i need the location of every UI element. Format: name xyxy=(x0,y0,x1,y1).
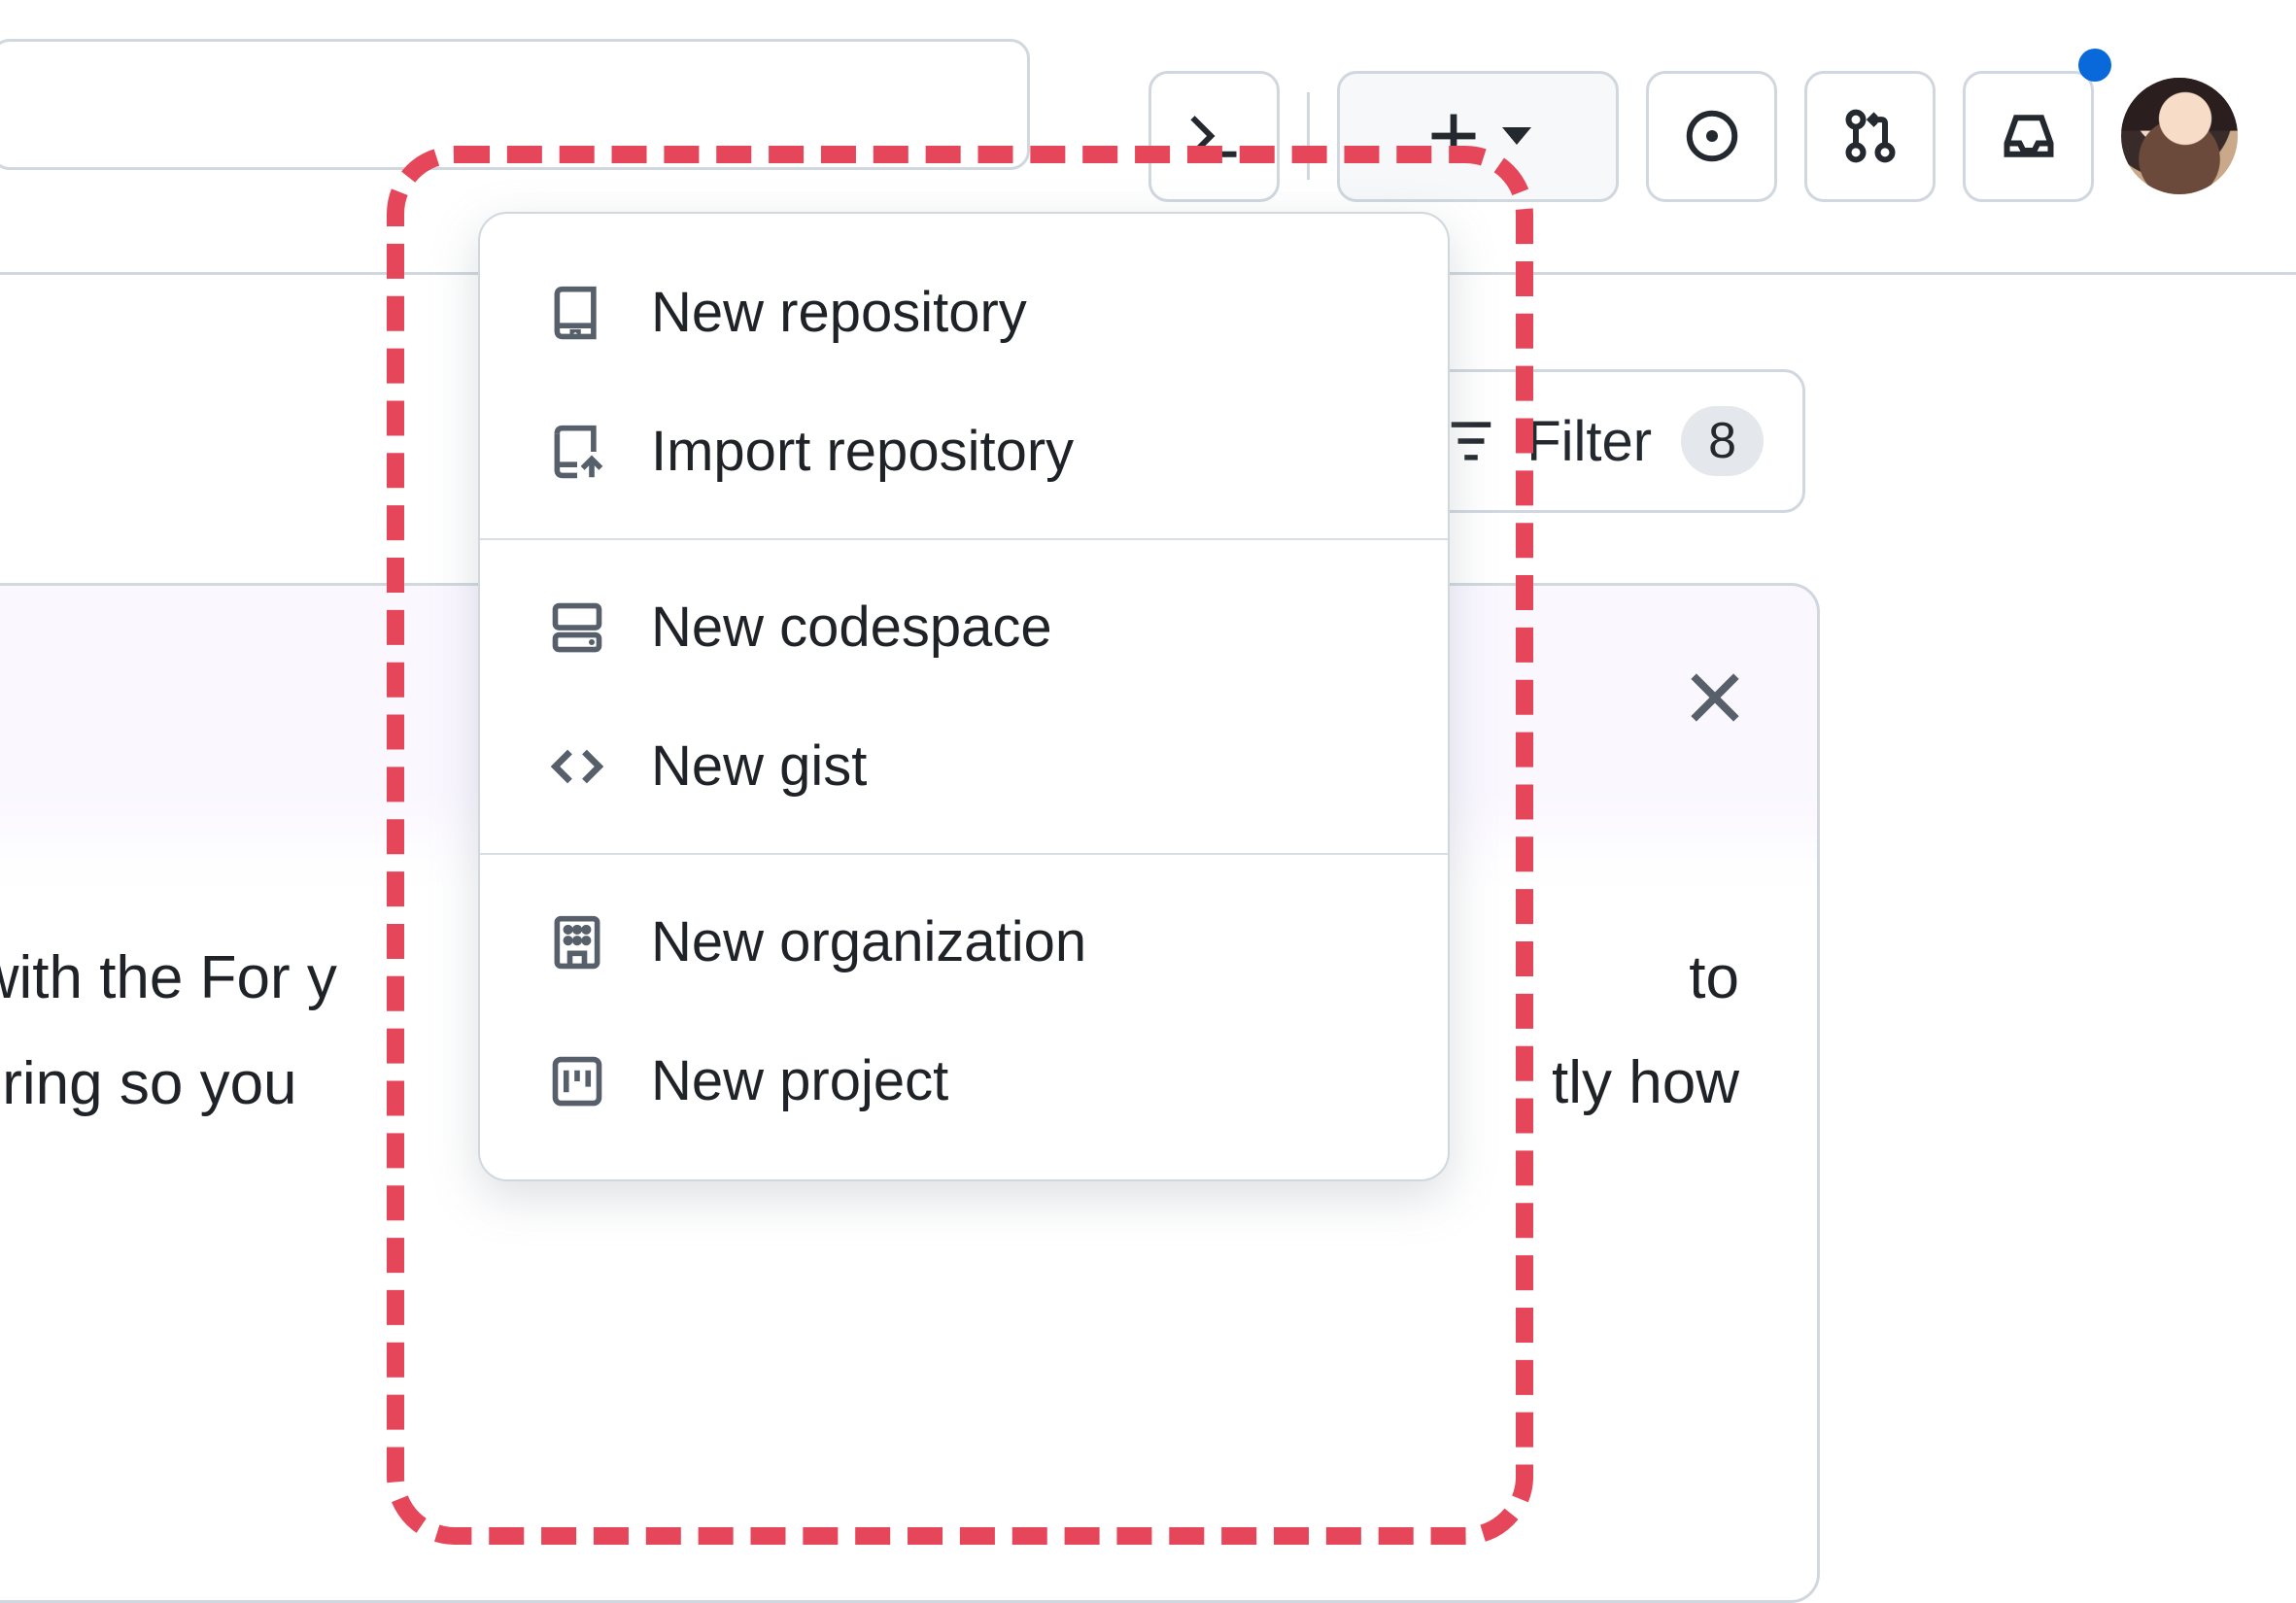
menu-item-label: New organization xyxy=(651,909,1086,974)
repo-icon xyxy=(548,284,606,342)
issue-opened-icon xyxy=(1683,107,1741,165)
git-pull-request-icon xyxy=(1841,107,1900,165)
repo-push-icon xyxy=(548,423,606,481)
notifications-button[interactable] xyxy=(1963,71,2094,202)
project-icon xyxy=(548,1052,606,1110)
menu-item-import-repository[interactable]: Import repository xyxy=(480,382,1448,521)
code-icon xyxy=(548,737,606,796)
menu-item-label: New repository xyxy=(651,280,1027,345)
menu-item-new-repository[interactable]: New repository xyxy=(480,243,1448,382)
menu-item-new-codespace[interactable]: New codespace xyxy=(480,558,1448,697)
codespaces-icon xyxy=(548,598,606,657)
issues-button[interactable] xyxy=(1646,71,1777,202)
organization-icon xyxy=(548,913,606,972)
menu-item-new-organization[interactable]: New organization xyxy=(480,872,1448,1011)
filter-label: Filter xyxy=(1526,409,1652,474)
menu-separator xyxy=(480,853,1448,855)
filter-button[interactable]: Filter 8 xyxy=(1403,369,1805,513)
menu-item-label: Import repository xyxy=(651,419,1074,484)
user-avatar[interactable] xyxy=(2121,78,2238,194)
unread-indicator xyxy=(2078,49,2111,82)
terminal-icon xyxy=(1185,107,1244,165)
triangle-down-icon xyxy=(1502,121,1531,151)
menu-item-label: New gist xyxy=(651,733,867,799)
command-palette-button[interactable] xyxy=(1148,71,1280,202)
menu-item-label: New project xyxy=(651,1048,948,1113)
menu-item-new-project[interactable]: New project xyxy=(480,1011,1448,1150)
menu-item-label: New codespace xyxy=(651,595,1052,660)
filter-count-badge: 8 xyxy=(1681,406,1764,476)
pull-requests-button[interactable] xyxy=(1804,71,1936,202)
separator xyxy=(1307,92,1310,180)
menu-separator xyxy=(480,538,1448,540)
menu-item-new-gist[interactable]: New gist xyxy=(480,697,1448,836)
plus-icon xyxy=(1424,107,1483,165)
create-new-button[interactable] xyxy=(1337,71,1619,202)
create-new-menu: New repository Import repository New cod… xyxy=(478,212,1450,1181)
filter-icon xyxy=(1445,415,1497,467)
close-icon[interactable] xyxy=(1681,664,1749,732)
inbox-icon xyxy=(2000,107,2058,165)
